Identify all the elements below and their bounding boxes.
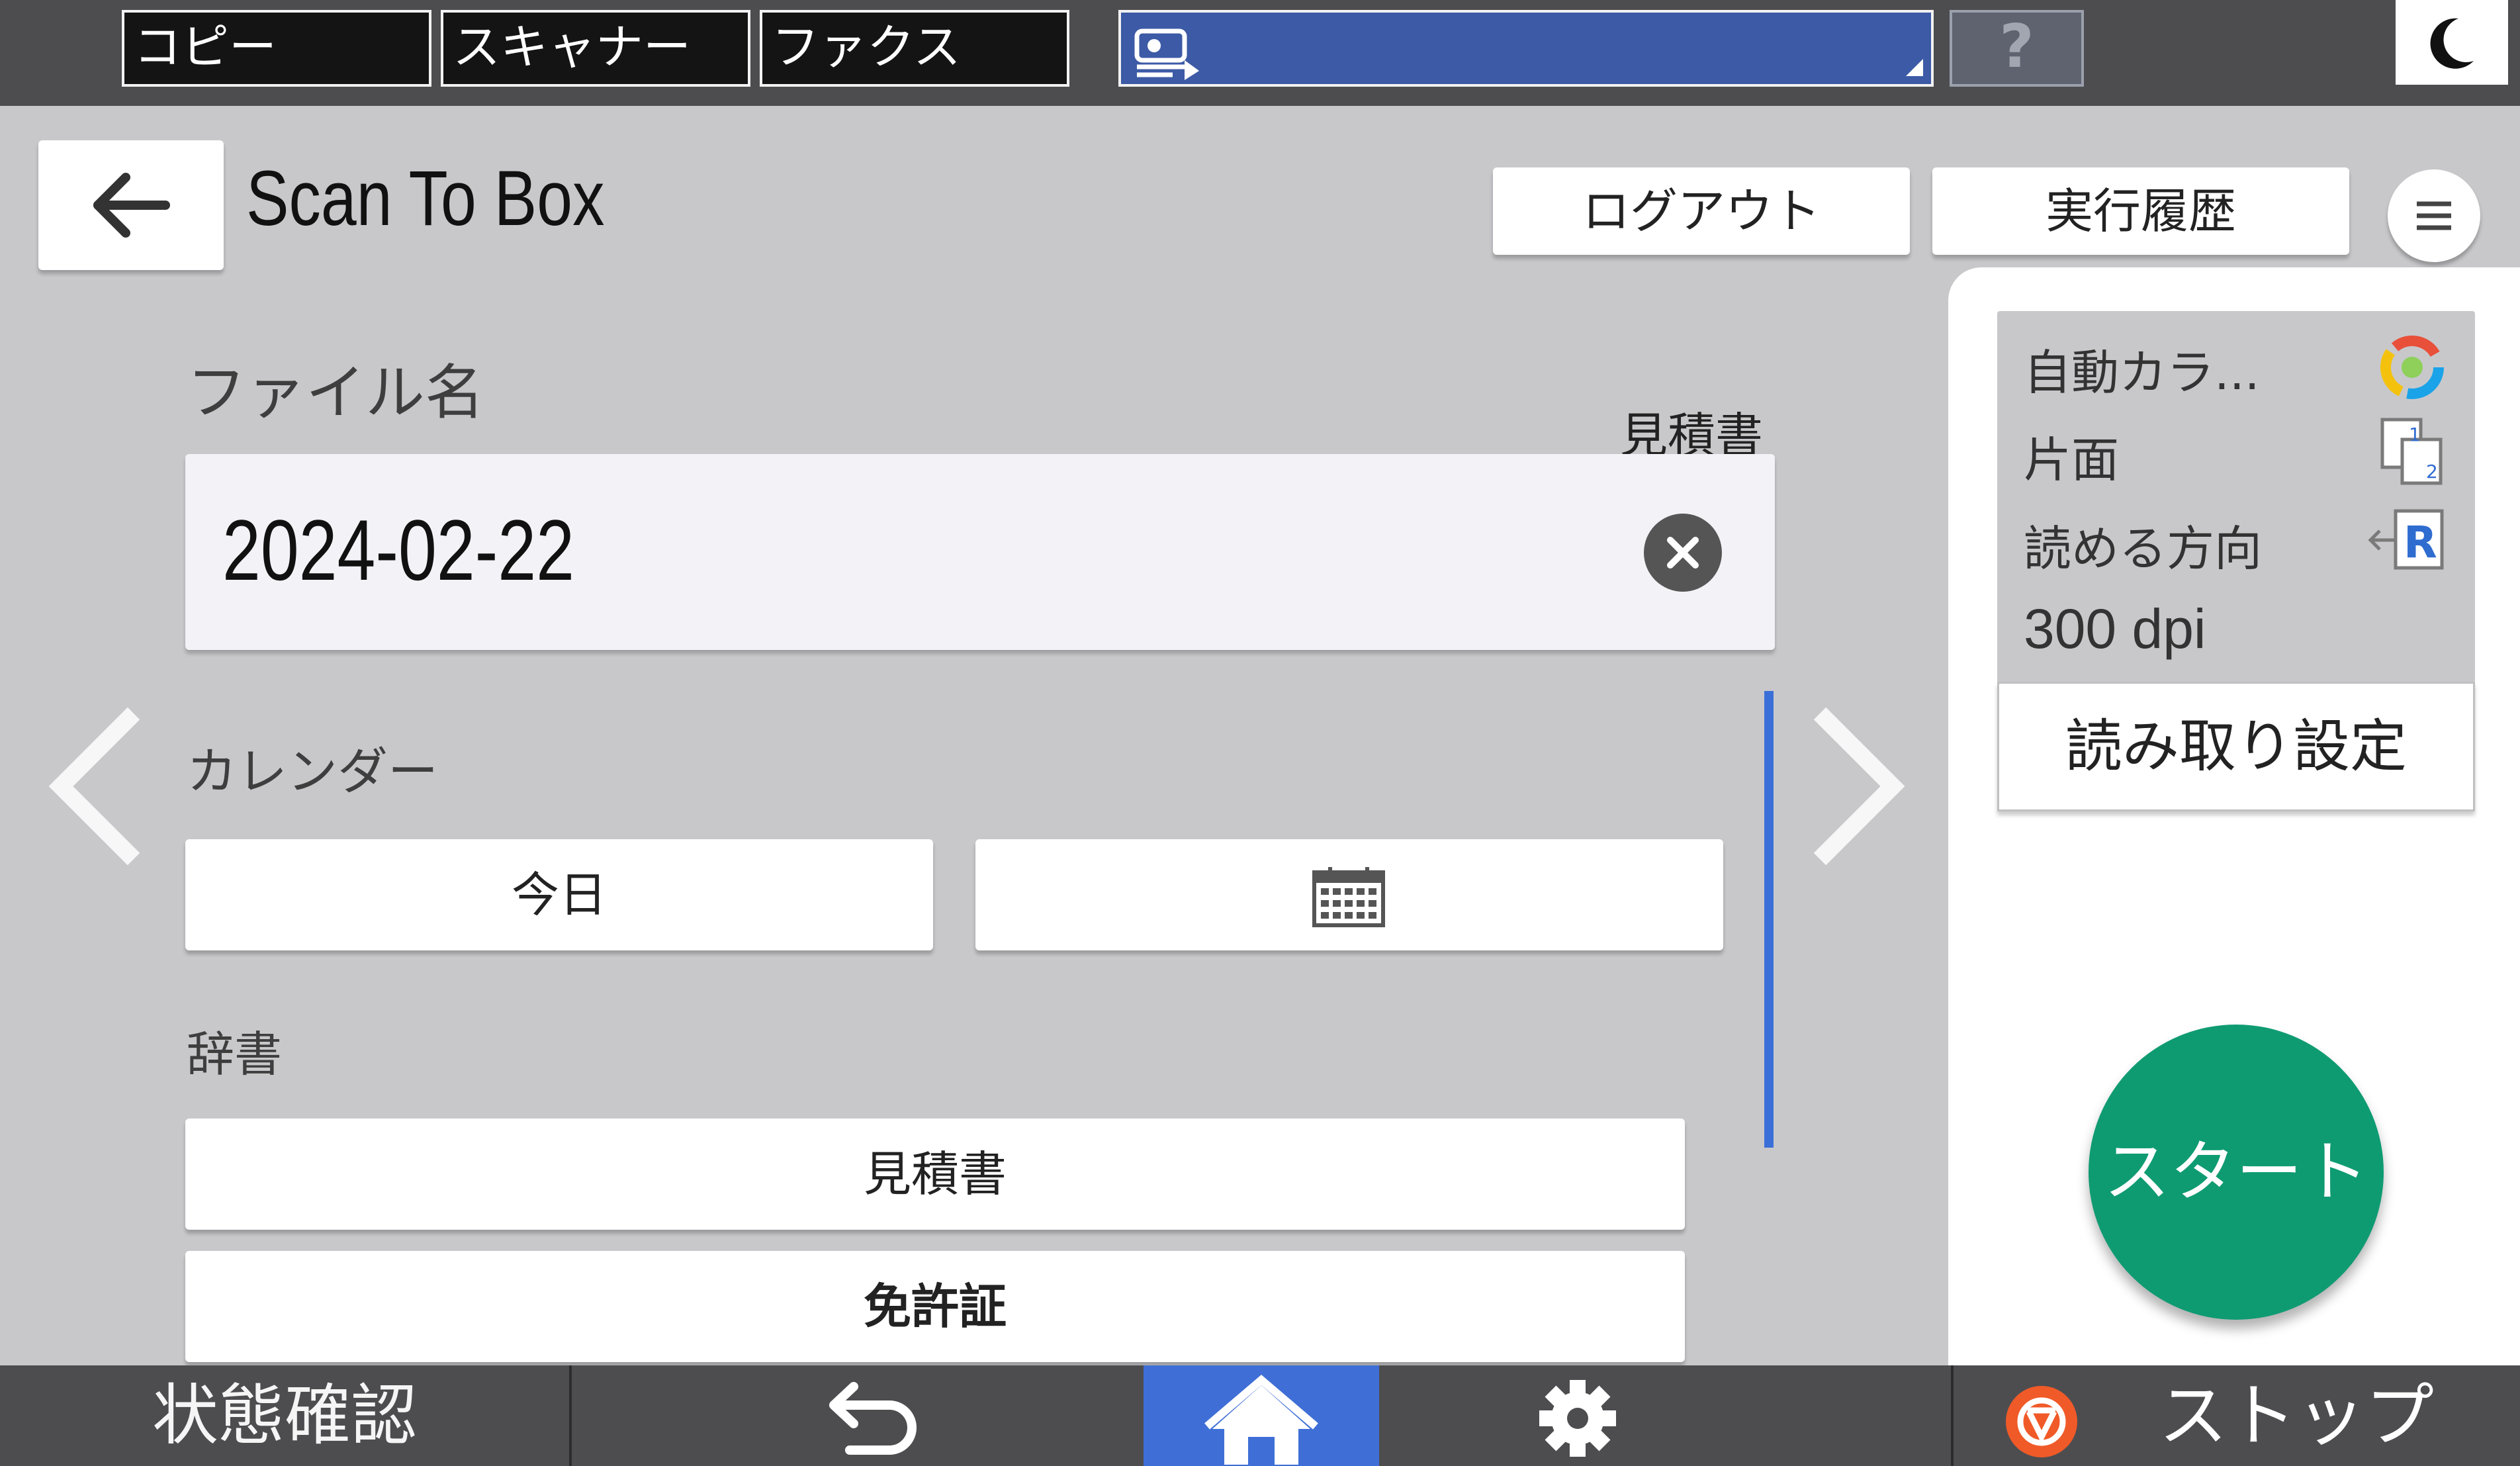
scan-settings-button[interactable]: 読み取り設定	[1997, 682, 2475, 811]
tab-fax[interactable]: ファクス	[760, 10, 1069, 87]
hamburger-icon	[2417, 201, 2451, 230]
history-button[interactable]: 実行履歴	[1932, 167, 2349, 255]
scan-to-app-icon	[1134, 28, 1199, 80]
return-button[interactable]	[572, 1365, 1144, 1466]
settings-button[interactable]	[1379, 1365, 1951, 1466]
app-selector-dropdown[interactable]	[1118, 10, 1934, 87]
dropdown-corner-icon	[1906, 59, 1923, 76]
orientation-label: 読める方向	[2024, 521, 2263, 576]
page-title: Scan To Box	[246, 155, 605, 242]
stop-label: ストップ	[2159, 1375, 2435, 1456]
today-button[interactable]: 今日	[185, 839, 933, 950]
svg-text:2: 2	[2426, 461, 2438, 482]
previous-page-arrow[interactable]	[41, 700, 154, 872]
dictionary-item[interactable]: 見積書	[185, 1119, 1685, 1230]
calendar-button[interactable]	[975, 839, 1723, 950]
return-arrow-icon	[829, 1382, 917, 1455]
top-bar: コピー スキャナー ファクス ?	[0, 0, 2520, 106]
single-sided-icon: 1 2	[2380, 418, 2443, 485]
start-button[interactable]: スタート	[2089, 1025, 2384, 1320]
dictionary-label: 辞書	[187, 1027, 283, 1082]
dictionary-item[interactable]: 免許証	[185, 1251, 1685, 1362]
close-icon	[1667, 537, 1699, 569]
scroll-indicator[interactable]	[1764, 691, 1774, 1148]
file-name-label: ファイル名	[187, 358, 484, 428]
status-check-button[interactable]: 状態確認	[0, 1365, 569, 1466]
gear-icon	[1539, 1380, 1616, 1457]
home-icon	[1204, 1375, 1318, 1465]
stop-icon	[2006, 1386, 2077, 1457]
readable-direction-icon: R	[2368, 509, 2444, 570]
bottom-bar: 状態確認 ストップ	[0, 1365, 2520, 1466]
svg-text:R: R	[2404, 517, 2437, 568]
home-button[interactable]	[1144, 1365, 1379, 1466]
calendar-icon	[1312, 867, 1385, 927]
dictionary-preview-text: 見積書	[1620, 409, 1764, 454]
arrow-left-icon	[93, 173, 170, 238]
next-page-arrow[interactable]	[1800, 700, 1912, 872]
sleep-button[interactable]	[2396, 0, 2508, 85]
settings-summary[interactable]: 自動カラ... 片面 1 2 読める方向 R 300 dpi	[1997, 311, 2475, 682]
help-button[interactable]: ?	[1950, 10, 2084, 87]
sides-label: 片面	[2024, 432, 2120, 488]
logout-button[interactable]: ログアウト	[1493, 167, 1910, 255]
tab-scanner[interactable]: スキャナー	[441, 10, 750, 87]
menu-button[interactable]	[2388, 169, 2480, 262]
calendar-label: カレンダー	[187, 742, 438, 801]
resolution-label: 300 dpi	[2024, 598, 2206, 660]
moon-icon	[2430, 18, 2474, 69]
svg-text:1: 1	[2409, 424, 2421, 445]
clear-button[interactable]	[1644, 514, 1722, 592]
stop-button[interactable]: ストップ	[1954, 1365, 2520, 1466]
color-mode-label: 自動カラ...	[2024, 345, 2260, 400]
dictionary-preview: 見積書	[1620, 409, 1779, 454]
auto-color-icon	[2380, 336, 2444, 399]
file-name-input[interactable]: 2024-02-22	[185, 454, 1775, 650]
tab-copy[interactable]: コピー	[122, 10, 431, 87]
file-name-value: 2024-02-22	[222, 502, 574, 598]
back-button[interactable]	[38, 140, 224, 270]
